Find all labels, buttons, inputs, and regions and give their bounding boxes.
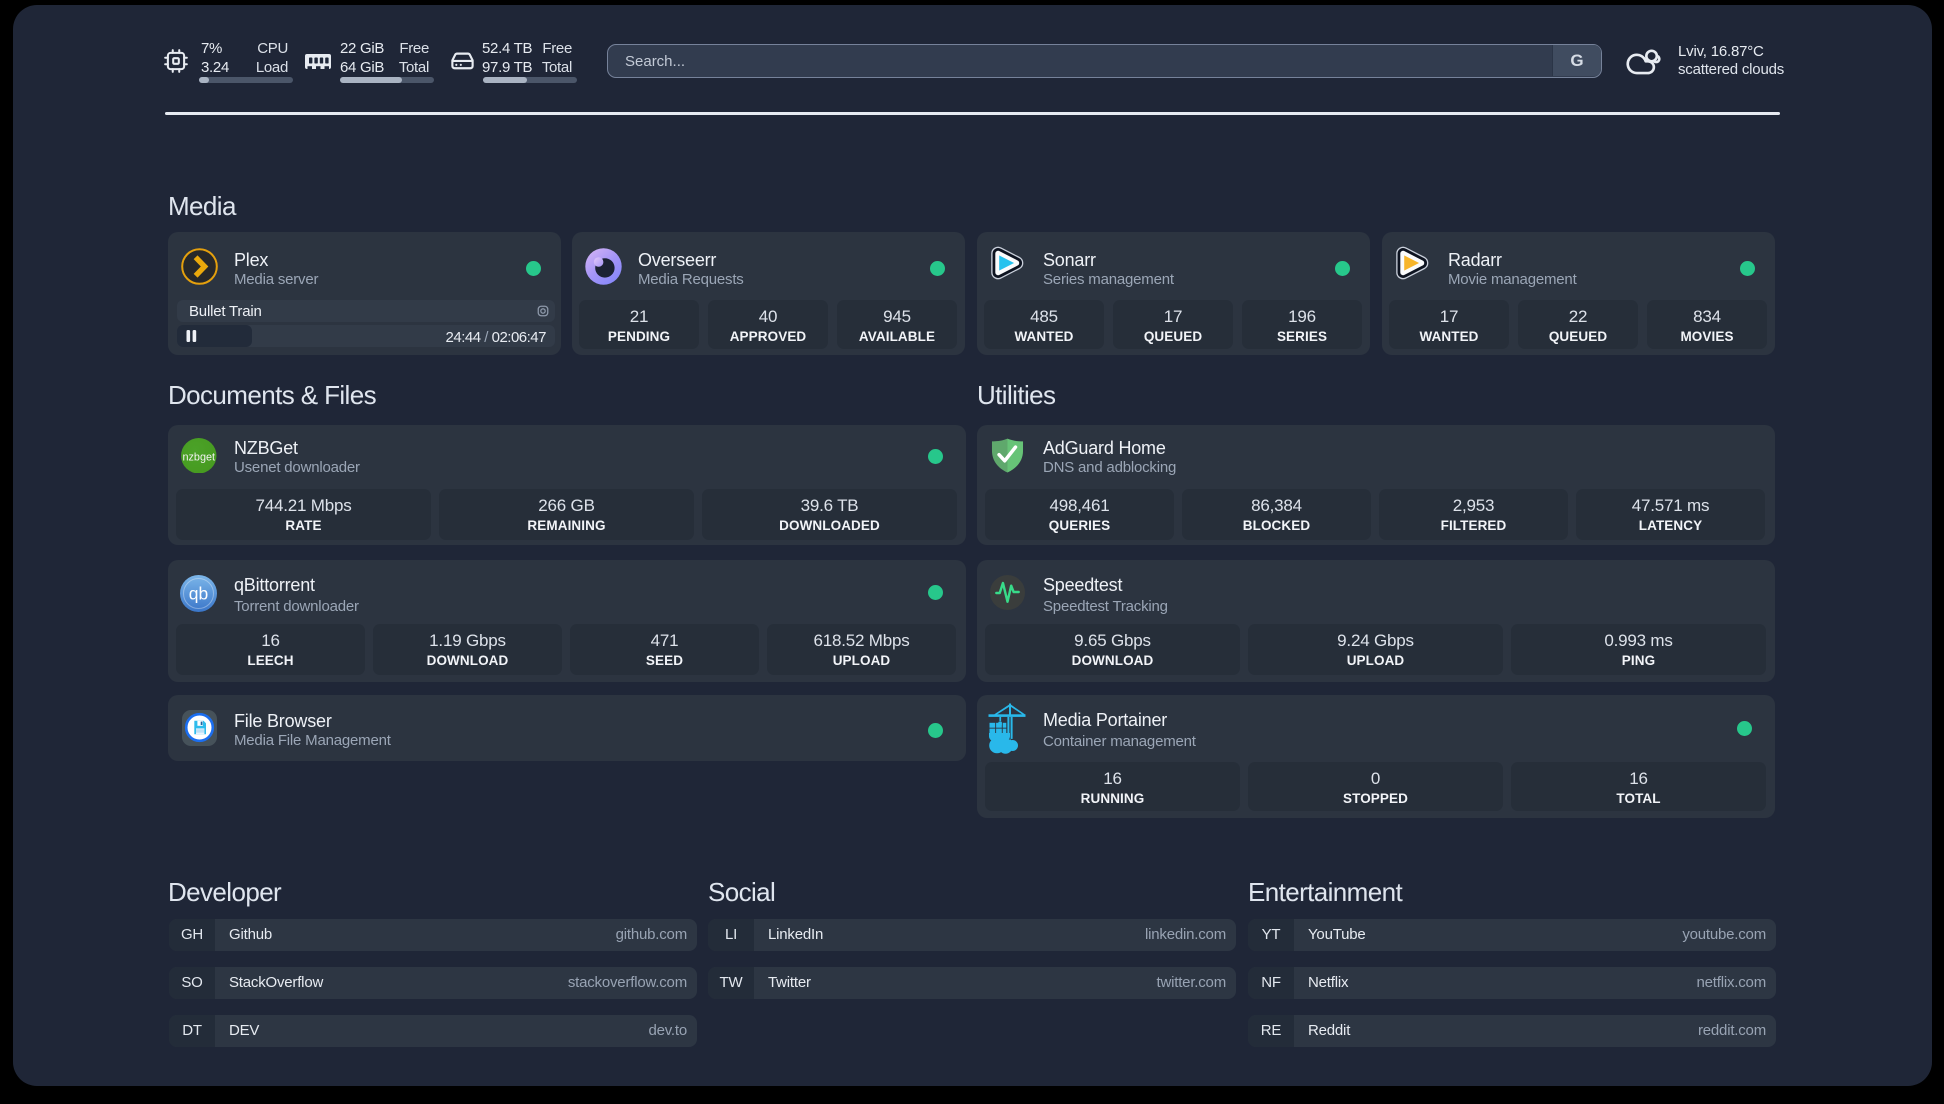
- svg-text:qb: qb: [189, 583, 208, 603]
- svg-text:nzbget: nzbget: [182, 451, 215, 463]
